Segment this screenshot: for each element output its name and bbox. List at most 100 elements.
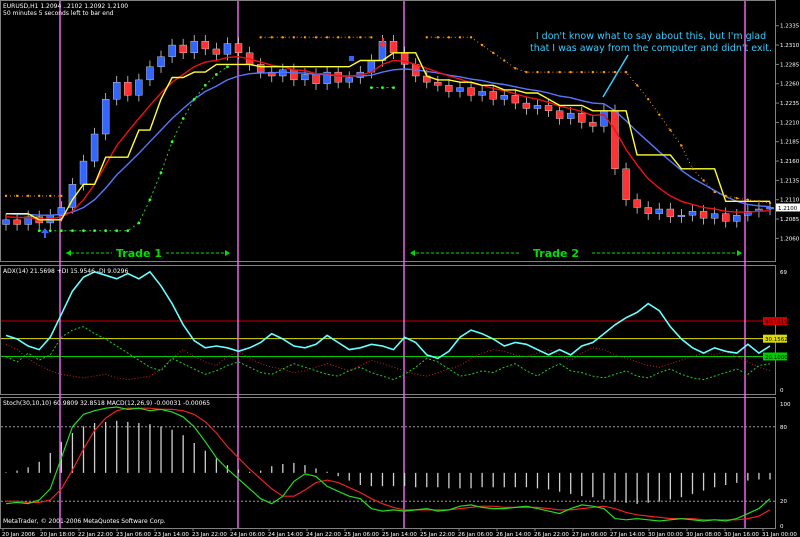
stop-green-dot — [214, 73, 218, 76]
candle-body — [589, 122, 597, 127]
stop-orange-dot — [370, 36, 373, 39]
candle-body — [522, 102, 531, 109]
stop-green-dot — [37, 229, 41, 233]
candle-body — [124, 81, 132, 96]
time-tick-label: 24 Jan 06:00 — [230, 532, 265, 537]
stoch-tick-label: 100 — [780, 402, 791, 408]
stop-orange-dot — [613, 70, 617, 74]
time-tick-label: 26 Jan 14:00 — [496, 532, 531, 537]
stop-green-dot — [48, 229, 52, 233]
candle-body — [611, 110, 619, 170]
stop-orange-dot — [735, 196, 738, 200]
stop-orange-dot — [746, 198, 750, 201]
stop-orange-dot — [49, 194, 52, 198]
candle-body — [334, 71, 342, 83]
time-tick-label: 30 Jan 00:00 — [648, 532, 683, 537]
candle-body — [710, 213, 719, 219]
stop-orange-dot — [303, 36, 307, 39]
stop-orange-dot — [348, 36, 351, 39]
annotation-line-1: I don't know what to say about this, but… — [536, 31, 766, 42]
candle-body — [90, 133, 99, 162]
price-tick-label: 1.2335 — [780, 24, 800, 30]
candle-body — [113, 81, 121, 100]
time-tick-label: 20 Jan 2006 — [2, 532, 35, 537]
stop-orange-dot — [503, 59, 506, 62]
candle-body — [500, 95, 508, 100]
candle-body — [212, 48, 221, 55]
candle-body — [345, 77, 353, 83]
stop-orange-dot — [60, 194, 63, 198]
candle-body — [456, 87, 464, 92]
stoch-macd-header: Stoch(30,10,10) 60.9809 32.8518 MACD(12,… — [3, 400, 210, 407]
adx-level-label: 40.1515 — [765, 320, 788, 326]
stop-orange-dot — [680, 144, 683, 147]
stop-green-dot — [226, 65, 229, 69]
candle-body — [688, 211, 697, 216]
stop-orange-dot — [580, 70, 583, 74]
stop-green-dot — [59, 229, 63, 233]
adx-tick-label: 0 — [780, 388, 784, 394]
candle-body — [301, 74, 309, 81]
candle-body — [566, 112, 575, 119]
stop-orange-dot — [359, 36, 362, 39]
stop-orange-dot — [447, 36, 451, 39]
stop-orange-dot — [691, 167, 694, 170]
forex-chart[interactable]: 40.1515 30.1562 20.1000 1.2335 1.2310 1.2285 1… — [0, 0, 800, 537]
stop-green-dot — [181, 117, 185, 120]
candle-body — [290, 69, 298, 81]
candle-body — [533, 105, 542, 109]
stop-orange-dot — [281, 36, 285, 39]
stop-orange-dot — [436, 36, 440, 39]
stop-green-dot — [203, 83, 207, 87]
stop-orange-dot — [15, 194, 19, 198]
candle-body — [644, 207, 652, 214]
price-tick-label: 1.2210 — [780, 120, 800, 126]
candle-body — [101, 98, 110, 135]
time-tick-label: 27 Jan 06:00 — [572, 532, 607, 537]
candle-body — [633, 199, 641, 208]
price-tick-label: 1.2110 — [780, 198, 800, 204]
candle-body — [190, 41, 198, 54]
candle-body — [389, 41, 398, 54]
candle-body — [511, 95, 520, 104]
candle-body — [312, 74, 320, 84]
stop-green-dot — [170, 140, 174, 144]
time-tick-label: 27 Jan 14:00 — [610, 532, 645, 537]
stop-orange-dot — [536, 70, 539, 74]
time-tick-label: 23 Jan 06:00 — [116, 532, 151, 537]
trade-1-label: Trade 1 — [116, 247, 162, 260]
candle-body — [555, 110, 564, 119]
stoch-tick-label: 20 — [780, 499, 787, 505]
stop-green-dot — [93, 229, 96, 233]
time-tick-label: 30 Jan 08:00 — [686, 532, 721, 537]
stop-green-dot — [159, 171, 163, 175]
candle-body — [666, 208, 675, 217]
stop-orange-dot — [525, 70, 528, 74]
stop-orange-dot — [569, 70, 572, 74]
candle-body — [179, 44, 187, 53]
candle-body — [223, 43, 232, 55]
stop-green-dot — [115, 229, 119, 233]
candle-body — [234, 43, 243, 54]
stop-orange-dot — [336, 36, 340, 39]
candle-body — [135, 79, 143, 96]
time-tick-label: 24 Jan 22:00 — [306, 532, 341, 537]
stop-orange-dot — [713, 190, 716, 194]
candle-body — [13, 219, 21, 225]
current-price-label: 1.2100 — [778, 206, 798, 212]
stop-green-dot — [192, 97, 196, 101]
stop-orange-dot — [480, 43, 484, 47]
adx-header: ADX(14) 21.5698 +DI 15.9546 -DI 9.0296 — [3, 268, 128, 275]
chart-window: 40.1515 30.1562 20.1000 1.2335 1.2310 1.2285 1… — [0, 0, 800, 537]
stop-orange-dot — [325, 36, 329, 39]
stop-orange-dot — [4, 194, 8, 198]
time-tick-label: 26 Jan 06:00 — [458, 532, 493, 537]
time-tick-label: 23 Jan 22:00 — [192, 532, 227, 537]
candle-body — [766, 207, 774, 210]
candle-body — [201, 41, 210, 50]
time-tick-label: 25 Jan 06:00 — [344, 532, 379, 537]
copyright: MetaTrader, © 2001-2006 MetaQuotes Softw… — [3, 518, 166, 525]
price-tick-label: 1.2185 — [780, 140, 800, 146]
stop-orange-dot — [491, 51, 495, 54]
adx-level-label: 20.1000 — [765, 355, 788, 361]
